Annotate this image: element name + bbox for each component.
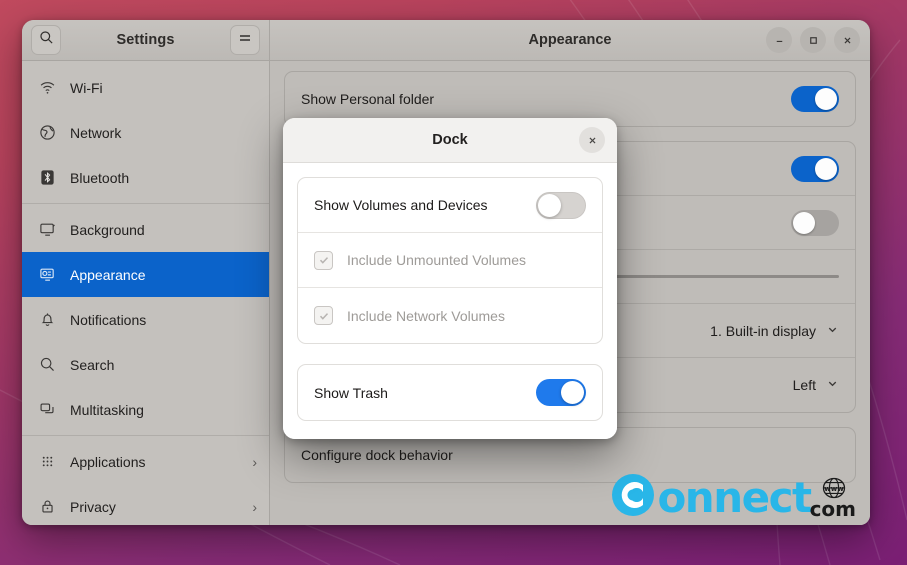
include-unmounted-volumes-checkbox[interactable] [314,250,333,270]
dock-dialog-body: Show Volumes and Devices Include Unmount… [283,163,617,439]
sidebar-item-label: Multitasking [70,401,144,418]
row-include-network-volumes[interactable]: Include Network Volumes [298,288,602,343]
row-include-unmounted-volumes[interactable]: Include Unmounted Volumes [298,233,602,288]
watermark-suffix: com [809,497,856,521]
main-menu-button[interactable] [230,25,260,55]
sidebar-item-applications[interactable]: Applications › [22,439,269,484]
bluetooth-icon [38,169,56,187]
search-icon [38,356,56,374]
volumes-group: Show Volumes and Devices Include Unmount… [297,177,603,344]
sidebar-item-label: Bluetooth [70,169,130,186]
display-select-value: 1. Built-in display [710,322,816,339]
wifi-icon [38,79,56,97]
toggle-knob [793,211,815,234]
sidebar-item-appearance[interactable]: Appearance [22,252,269,297]
toggle-knob [561,381,584,404]
sidebar-titlebar: Settings [22,20,270,61]
sidebar-item-wifi[interactable]: Wi-Fi [22,65,269,110]
chevron-down-icon[interactable] [826,323,839,339]
toggle-knob [538,193,561,217]
window-controls [766,20,860,60]
dock-option-2-toggle[interactable] [791,209,839,236]
chevron-right-icon: › [252,453,257,470]
chevron-right-icon: › [252,498,257,515]
show-personal-folder-toggle[interactable] [791,86,839,112]
sidebar-item-notifications[interactable]: Notifications [22,297,269,342]
toggle-knob [815,88,837,110]
position-on-screen-value: Left [792,377,816,393]
search-icon [39,30,54,50]
content-titlebar: Appearance [270,20,870,61]
network-globe-icon [38,124,56,142]
trash-group: Show Trash [297,364,603,421]
sidebar-item-label: Network [70,124,122,141]
dock-dialog: Dock Show Volumes and Devices Include Un… [283,118,617,439]
sidebar-item-bluetooth[interactable]: Bluetooth [22,155,269,200]
sidebar-item-privacy[interactable]: Privacy › [22,484,269,525]
hamburger-menu-icon [238,31,252,49]
row-label: Show Volumes and Devices [314,197,488,213]
dock-dialog-title: Dock [432,132,468,148]
window-titlebars: Settings Appearance [22,20,870,61]
lock-icon [38,498,56,516]
watermark-brand: onnect [657,473,812,522]
sidebar-item-label: Applications [70,453,146,470]
background-monitor-icon [38,221,56,239]
appearance-icon [38,266,56,284]
close-icon [589,137,595,143]
sidebar-item-label: Appearance [70,266,146,283]
minimize-button[interactable] [766,27,792,53]
sidebar-item-label: Background [70,221,145,238]
sidebar-item-label: Search [70,356,115,373]
include-network-volumes-checkbox[interactable] [314,306,333,325]
sidebar-item-background[interactable]: Background [22,207,269,252]
svg-text:www: www [824,485,844,493]
sidebar-divider [22,435,269,436]
multitasking-windows-icon [38,401,56,419]
row-label: Show Personal folder [301,91,435,107]
sidebar-divider [22,203,269,204]
row-show-trash[interactable]: Show Trash [298,365,602,420]
show-volumes-and-devices-toggle[interactable] [536,191,586,219]
row-label: Include Unmounted Volumes [347,252,526,268]
settings-title: Settings [116,32,175,48]
row-label: Configure dock behavior [301,447,453,463]
sidebar-item-search[interactable]: Search [22,342,269,387]
sidebar-item-multitasking[interactable]: Multitasking [22,387,269,432]
dock-option-1-toggle[interactable] [791,155,839,182]
row-label: Include Network Volumes [347,307,505,324]
sidebar-item-label: Wi-Fi [70,79,103,96]
maximize-button[interactable] [800,27,826,53]
sidebar-item-label: Notifications [70,311,147,328]
page-title: Appearance [528,32,612,48]
settings-sidebar: Wi-Fi Network Bluetooth Background Appea… [22,61,270,525]
row-show-volumes-and-devices[interactable]: Show Volumes and Devices [298,178,602,233]
bell-icon [38,311,56,329]
sidebar-item-network[interactable]: Network [22,110,269,155]
toggle-knob [815,157,837,180]
dock-dialog-close-button[interactable] [579,127,605,153]
sidebar-item-label: Privacy [70,498,116,515]
show-trash-toggle[interactable] [536,379,586,406]
chevron-down-icon[interactable] [826,377,839,393]
dock-dialog-header: Dock [283,118,617,163]
row-label: Show Trash [314,384,388,401]
close-button[interactable] [834,27,860,53]
search-button[interactable] [31,25,61,55]
applications-grid-icon [38,453,56,471]
